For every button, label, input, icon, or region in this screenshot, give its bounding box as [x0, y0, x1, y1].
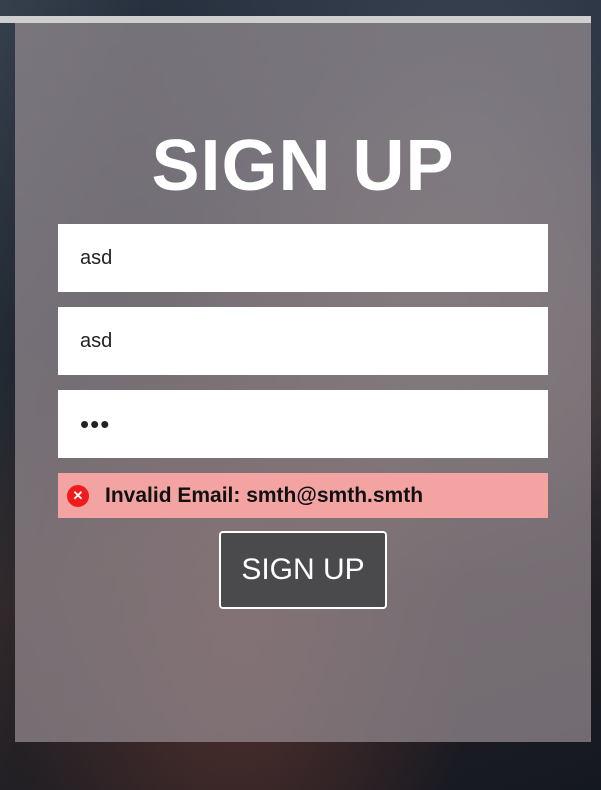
username-field[interactable]: [58, 224, 548, 292]
error-message-box: ✕ Invalid Email: smth@smth.smth: [58, 473, 548, 518]
signup-button[interactable]: SIGN UP: [219, 531, 387, 609]
error-message: Invalid Email: smth@smth.smth: [105, 483, 424, 507]
page-title: SIGN UP: [151, 126, 455, 206]
email-field[interactable]: [58, 307, 548, 375]
panel-top-border: [0, 16, 591, 23]
error-circle-icon: ✕: [67, 484, 89, 507]
signup-panel: SIGN UP ••• ✕ Invalid Email: smth@smth.s…: [15, 23, 591, 742]
password-field[interactable]: •••: [58, 390, 548, 458]
